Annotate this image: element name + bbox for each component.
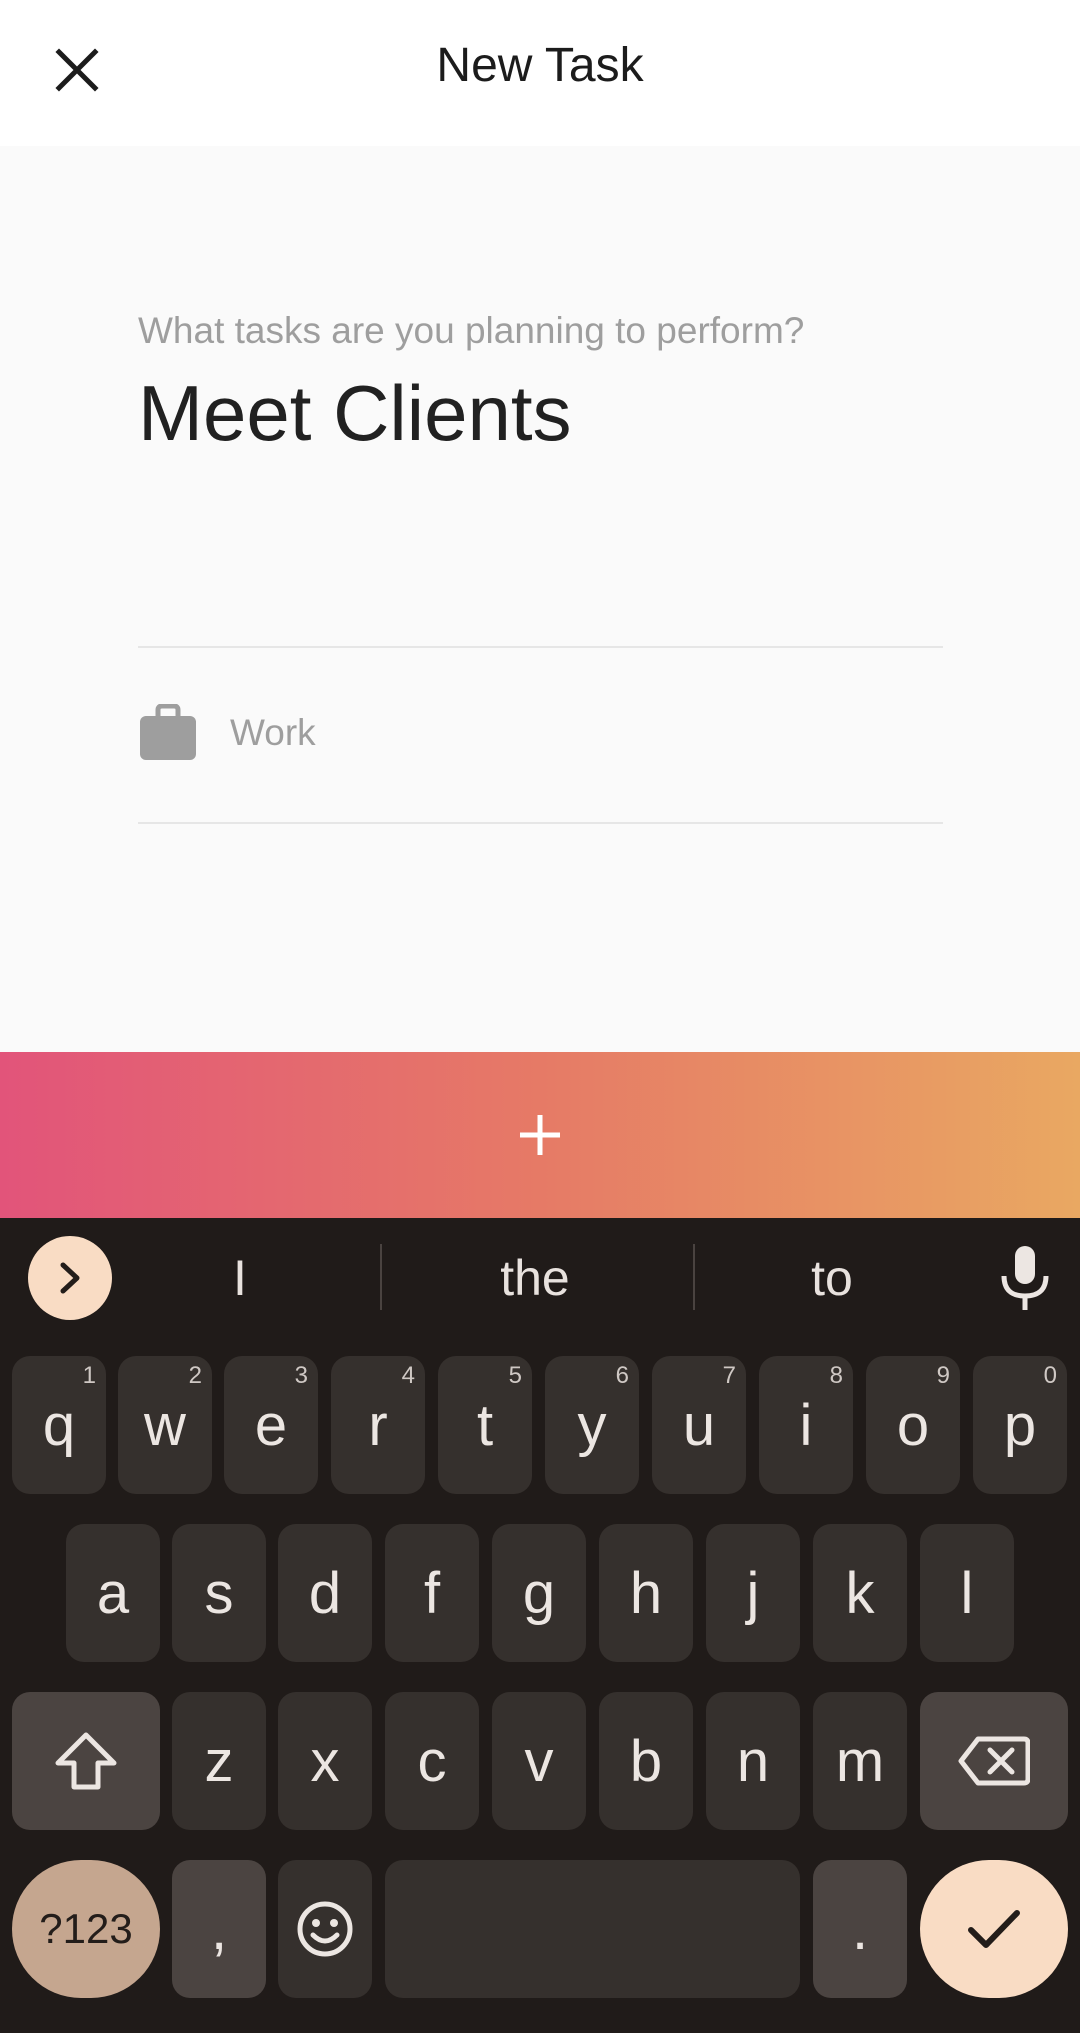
key-char: i bbox=[799, 1392, 813, 1458]
app-bar: New Task bbox=[0, 0, 1080, 146]
suggestion-strip: I the to bbox=[0, 1218, 1080, 1336]
key-q[interactable]: q1 bbox=[12, 1356, 106, 1494]
task-title-input[interactable] bbox=[138, 368, 943, 459]
task-form: What tasks are you planning to perform? … bbox=[0, 146, 1080, 1052]
key-y[interactable]: y6 bbox=[545, 1356, 639, 1494]
key-hint: 6 bbox=[615, 1362, 629, 1389]
space-key[interactable] bbox=[385, 1860, 800, 1998]
key-char: t bbox=[476, 1392, 494, 1458]
emoji-key[interactable] bbox=[278, 1860, 372, 1998]
add-task-button[interactable] bbox=[0, 1052, 1080, 1218]
period-key[interactable]: . bbox=[813, 1860, 907, 1998]
key-char: r bbox=[368, 1392, 388, 1458]
symbols-key[interactable]: ?123 bbox=[12, 1860, 160, 1998]
key-hint: 2 bbox=[188, 1362, 202, 1389]
key-d[interactable]: d bbox=[278, 1524, 372, 1662]
backspace-key[interactable] bbox=[920, 1692, 1068, 1830]
key-char: o bbox=[896, 1392, 930, 1458]
page-title: New Task bbox=[436, 39, 644, 92]
key-m[interactable]: m bbox=[813, 1692, 907, 1830]
shift-icon bbox=[55, 1732, 117, 1790]
suggestion-2[interactable]: the bbox=[400, 1236, 670, 1320]
soft-keyboard: I the to q1 w2 e3 r4 t5 y6 u7 i8 o9 p0 a… bbox=[0, 1218, 1080, 2033]
enter-key[interactable] bbox=[920, 1860, 1068, 1998]
key-a[interactable]: a bbox=[66, 1524, 160, 1662]
key-u[interactable]: u7 bbox=[652, 1356, 746, 1494]
key-l[interactable]: l bbox=[920, 1524, 1014, 1662]
key-t[interactable]: t5 bbox=[438, 1356, 532, 1494]
key-r[interactable]: r4 bbox=[331, 1356, 425, 1494]
divider bbox=[693, 1244, 695, 1310]
key-hint: 8 bbox=[829, 1362, 843, 1389]
key-char: u bbox=[682, 1392, 716, 1458]
key-hint: 3 bbox=[294, 1362, 308, 1389]
key-s[interactable]: s bbox=[172, 1524, 266, 1662]
shift-key[interactable] bbox=[12, 1692, 160, 1830]
key-hint: 0 bbox=[1043, 1362, 1057, 1389]
backspace-icon bbox=[958, 1736, 1030, 1786]
suggestion-3[interactable]: to bbox=[712, 1236, 952, 1320]
key-c[interactable]: c bbox=[385, 1692, 479, 1830]
suggestion-1[interactable]: I bbox=[140, 1236, 340, 1320]
key-char: y bbox=[577, 1392, 607, 1458]
category-selector[interactable]: Work bbox=[138, 648, 943, 818]
key-e[interactable]: e3 bbox=[224, 1356, 318, 1494]
toolbar-expand-button[interactable] bbox=[28, 1236, 112, 1320]
plus-icon bbox=[520, 1115, 560, 1155]
key-char: w bbox=[144, 1392, 186, 1458]
key-j[interactable]: j bbox=[706, 1524, 800, 1662]
key-x[interactable]: x bbox=[278, 1692, 372, 1830]
divider bbox=[380, 1244, 382, 1310]
key-b[interactable]: b bbox=[599, 1692, 693, 1830]
key-char: p bbox=[1003, 1392, 1037, 1458]
divider bbox=[138, 822, 943, 824]
key-o[interactable]: o9 bbox=[866, 1356, 960, 1494]
checkmark-icon bbox=[968, 1910, 1020, 1948]
task-prompt-label: What tasks are you planning to perform? bbox=[138, 310, 805, 351]
key-hint: 9 bbox=[936, 1362, 950, 1389]
category-label: Work bbox=[230, 712, 316, 753]
emoji-icon bbox=[297, 1901, 353, 1957]
key-z[interactable]: z bbox=[172, 1692, 266, 1830]
briefcase-icon bbox=[140, 704, 196, 760]
key-i[interactable]: i8 bbox=[759, 1356, 853, 1494]
key-v[interactable]: v bbox=[492, 1692, 586, 1830]
microphone-icon bbox=[1001, 1246, 1049, 1310]
key-p[interactable]: p0 bbox=[973, 1356, 1067, 1494]
key-n[interactable]: n bbox=[706, 1692, 800, 1830]
comma-key[interactable]: , bbox=[172, 1860, 266, 1998]
chevron-right-icon bbox=[60, 1262, 80, 1294]
key-hint: 7 bbox=[722, 1362, 736, 1389]
key-w[interactable]: w2 bbox=[118, 1356, 212, 1494]
key-hint: 1 bbox=[82, 1362, 96, 1389]
key-k[interactable]: k bbox=[813, 1524, 907, 1662]
key-hint: 5 bbox=[508, 1362, 522, 1389]
key-g[interactable]: g bbox=[492, 1524, 586, 1662]
key-f[interactable]: f bbox=[385, 1524, 479, 1662]
key-char: e bbox=[254, 1392, 288, 1458]
key-char: q bbox=[42, 1392, 76, 1458]
key-hint: 4 bbox=[401, 1362, 415, 1389]
key-h[interactable]: h bbox=[599, 1524, 693, 1662]
voice-input-button[interactable] bbox=[990, 1242, 1060, 1314]
